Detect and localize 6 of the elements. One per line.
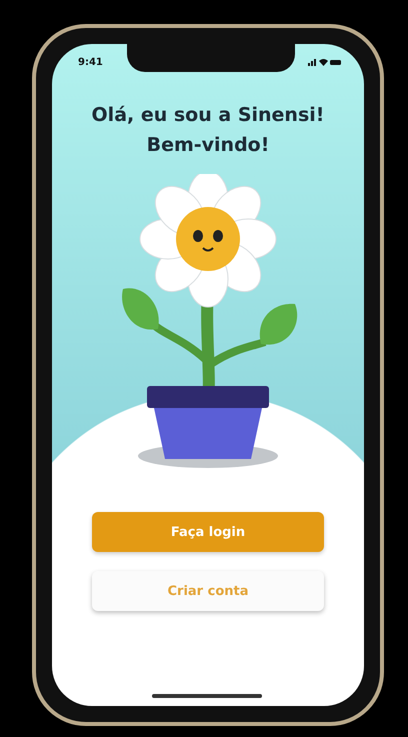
- welcome-title: Olá, eu sou a Sinensi!: [92, 103, 324, 128]
- welcome-title: Bem-vindo!: [146, 133, 270, 158]
- status-icons: [308, 57, 342, 67]
- status-time: 9:41: [78, 56, 103, 68]
- create-account-button[interactable]: Criar conta: [92, 571, 324, 611]
- login-button[interactable]: Faça login: [92, 512, 324, 552]
